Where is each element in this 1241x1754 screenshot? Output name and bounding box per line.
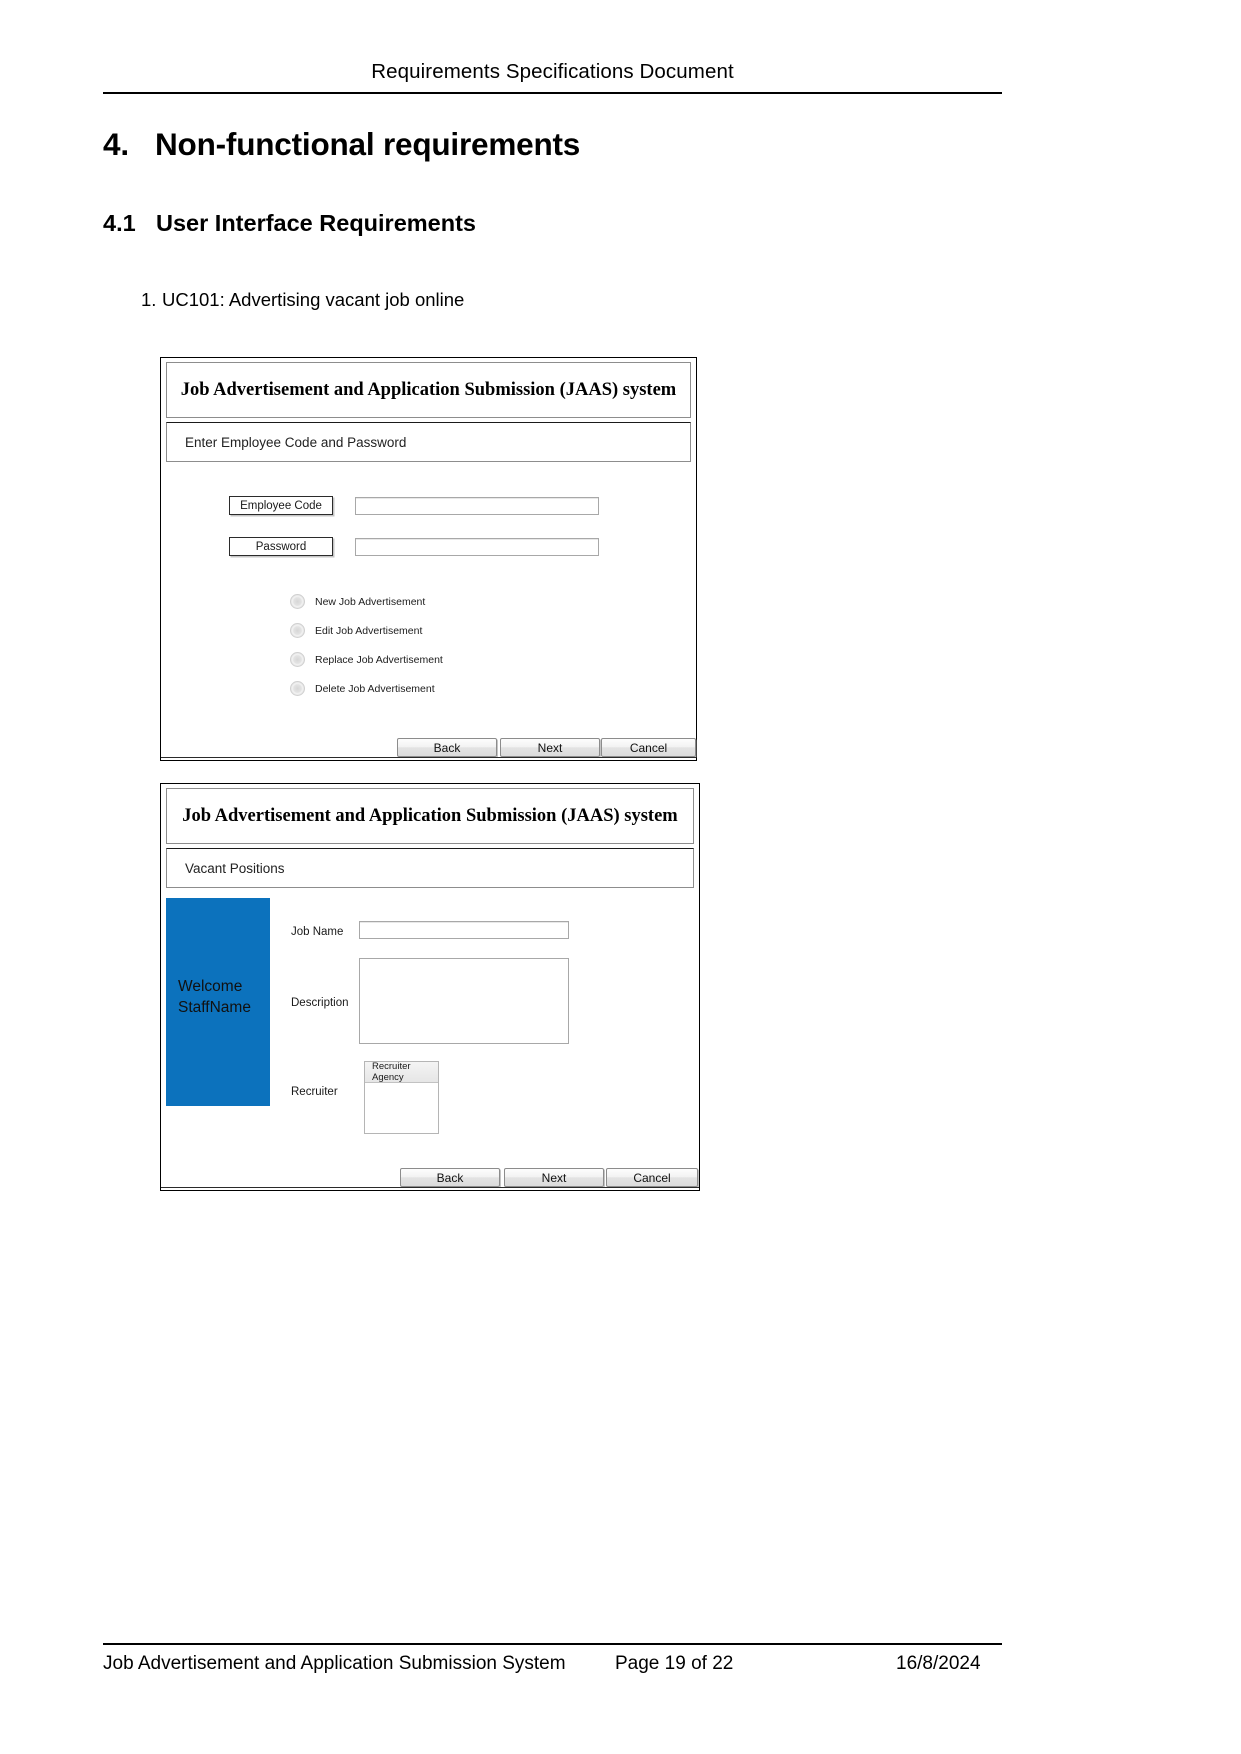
list-item: 1. UC101: Advertising vacant job online xyxy=(141,289,464,311)
list-marker: 1. xyxy=(141,289,157,310)
employee-code-label: Employee Code xyxy=(229,496,333,515)
radio-label: New Job Advertisement xyxy=(315,595,426,608)
page-footer: Job Advertisement and Application Submis… xyxy=(103,1653,1002,1683)
next-button[interactable]: Next xyxy=(500,738,600,757)
radio-option-edit-job-advertisement[interactable]: Edit Job Advertisement xyxy=(290,623,422,638)
job-name-label: Job Name xyxy=(291,926,344,938)
radio-option-replace-job-advertisement[interactable]: Replace Job Advertisement xyxy=(290,652,443,667)
password-label: Password xyxy=(229,537,333,556)
footer-date: 16/8/2024 xyxy=(896,1653,981,1674)
description-label: Description xyxy=(291,997,349,1009)
page-header-title: Requirements Specifications Document xyxy=(371,60,734,83)
welcome-line-1: Welcome xyxy=(178,978,243,995)
footer-divider xyxy=(161,757,696,758)
password-input[interactable] xyxy=(355,538,599,556)
radio-label: Replace Job Advertisement xyxy=(315,653,443,666)
section-title: Non-functional requirements xyxy=(155,126,581,162)
radio-icon[interactable] xyxy=(290,681,305,696)
radio-label: Edit Job Advertisement xyxy=(315,624,423,637)
mockup-vacant-title: Job Advertisement and Application Submis… xyxy=(166,788,694,844)
list-item-label: UC101: Advertising vacant job online xyxy=(162,289,465,310)
back-button[interactable]: Back xyxy=(397,738,497,757)
recruiter-agency-header: Recruiter Agency xyxy=(365,1061,438,1083)
cancel-button[interactable]: Cancel xyxy=(601,738,696,757)
cancel-button[interactable]: Cancel xyxy=(606,1168,698,1187)
mockup-vacant-subbar: Vacant Positions xyxy=(166,848,694,888)
next-button[interactable]: Next xyxy=(504,1168,604,1187)
recruiter-agency-list[interactable]: Recruiter Agency xyxy=(364,1061,439,1134)
footer-system-name: Job Advertisement and Application Submis… xyxy=(103,1653,566,1674)
back-button[interactable]: Back xyxy=(400,1168,500,1187)
radio-icon[interactable] xyxy=(290,594,305,609)
section-number: 4. xyxy=(103,126,129,162)
employee-code-input[interactable] xyxy=(355,497,599,515)
page-title: 4. Non-functional requirements xyxy=(103,126,580,163)
radio-label: Delete Job Advertisement xyxy=(315,682,435,695)
radio-icon[interactable] xyxy=(290,623,305,638)
subsection-title: User Interface Requirements xyxy=(156,210,476,236)
footer-divider xyxy=(161,1187,699,1188)
mockup-login-subbar: Enter Employee Code and Password xyxy=(166,422,691,462)
radio-option-delete-job-advertisement[interactable]: Delete Job Advertisement xyxy=(290,681,435,696)
radio-option-new-job-advertisement[interactable]: New Job Advertisement xyxy=(290,594,425,609)
header-divider xyxy=(103,92,1002,94)
mockup-login-title: Job Advertisement and Application Submis… xyxy=(166,362,691,418)
subsection-heading: 4.1 User Interface Requirements xyxy=(103,210,476,237)
subsection-number: 4.1 xyxy=(103,210,136,236)
mockup-login-screen: Job Advertisement and Application Submis… xyxy=(160,357,697,761)
radio-icon[interactable] xyxy=(290,652,305,667)
description-textarea[interactable] xyxy=(359,958,569,1044)
welcome-sidebar: Welcome StaffName xyxy=(166,898,270,1106)
document-page: Requirements Specifications Document 4. N… xyxy=(0,0,1241,1754)
footer-page-number: Page 19 of 22 xyxy=(615,1653,734,1674)
job-name-input[interactable] xyxy=(359,921,569,939)
recruiter-label: Recruiter xyxy=(291,1086,338,1098)
welcome-text: Welcome StaffName xyxy=(178,976,251,1018)
welcome-line-2: StaffName xyxy=(178,999,251,1016)
footer-divider-line xyxy=(103,1643,1002,1645)
mockup-vacant-positions-screen: Job Advertisement and Application Submis… xyxy=(160,783,700,1191)
